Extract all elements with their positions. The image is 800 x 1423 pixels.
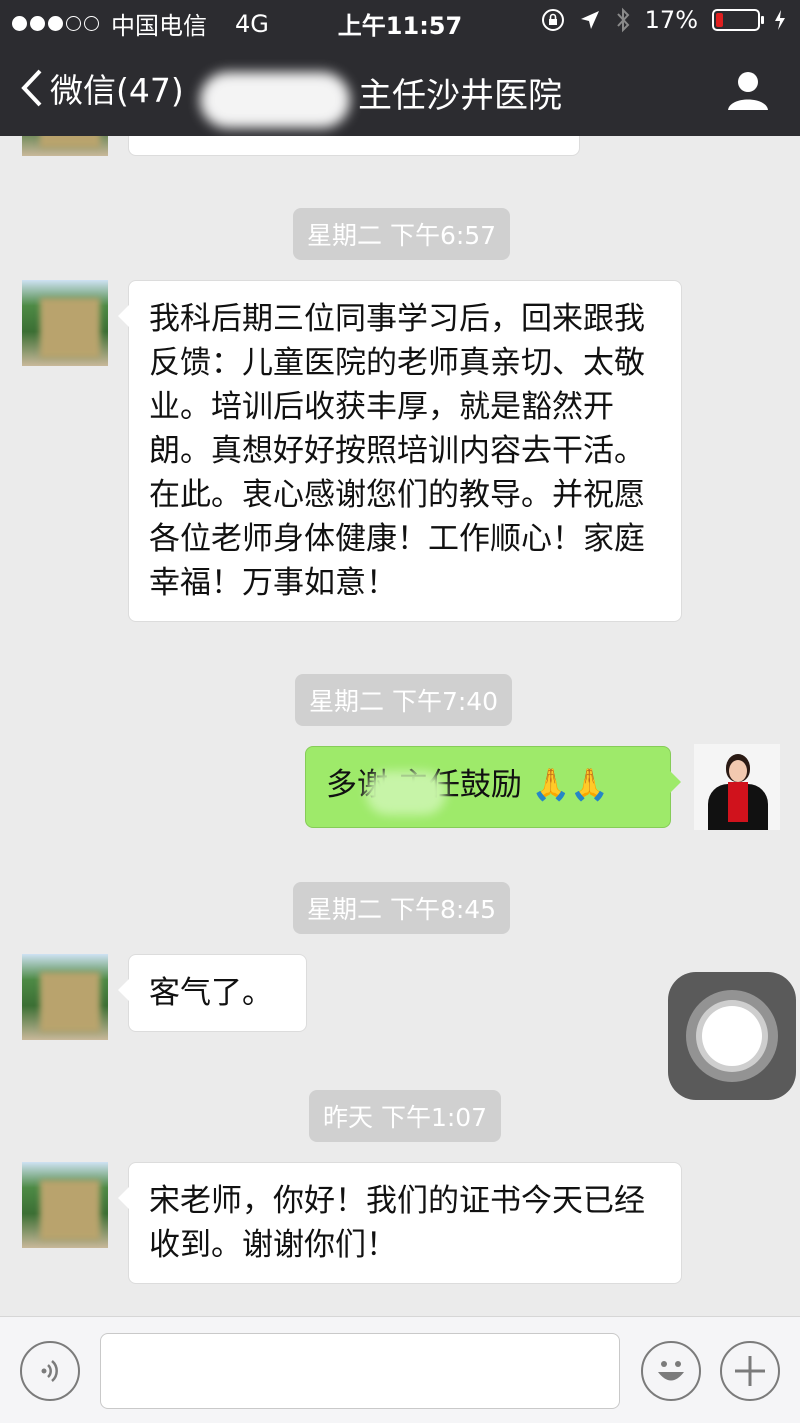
contact-avatar[interactable]	[22, 280, 108, 366]
chat-area[interactable]: 星期二 下午6:57 我科后期三位同事学习后，回来跟我反馈：儿童医院的老师真亲切…	[0, 136, 800, 1316]
time-stamp: 星期二 下午6:57	[293, 208, 511, 260]
input-bar	[0, 1316, 800, 1423]
person-icon	[728, 72, 768, 110]
outgoing-message[interactable]: 多谢 主任鼓励 🙏🙏	[305, 746, 681, 828]
voice-button[interactable]	[20, 1341, 80, 1401]
battery-fill	[716, 13, 723, 27]
emoji-button[interactable]	[641, 1341, 701, 1401]
charging-icon	[775, 10, 785, 30]
avatar-blur	[40, 298, 100, 358]
chat-title: 主任沙井医院	[358, 76, 562, 116]
avatar-blur	[40, 972, 100, 1032]
status-right: 17%	[541, 6, 786, 34]
top-bar: 中国电信 4G 上午11:57 17% 微信(47) 主任沙井医院	[0, 0, 800, 136]
incoming-message[interactable]: 客气了。	[118, 954, 307, 1032]
rotation-lock-icon	[541, 9, 564, 31]
time-stamp: 星期二 下午8:45	[293, 882, 511, 934]
profile-button[interactable]	[726, 68, 770, 116]
voice-icon	[41, 1360, 58, 1382]
incoming-message[interactable]: 宋老师，你好！我们的证书今天已经收到。谢谢你们！	[118, 1162, 682, 1284]
praying-hands-icon: 🙏🙏	[531, 767, 609, 803]
avatar-scarf	[728, 782, 748, 822]
avatar-blur	[40, 136, 100, 148]
incoming-message[interactable]: 我科后期三位同事学习后，回来跟我反馈：儿童医院的老师真亲切、太敬业。培训后收获丰…	[118, 280, 682, 622]
battery-percent: 17%	[644, 6, 698, 34]
nav-bar: 微信(47) 主任沙井医院	[0, 44, 800, 136]
redacted-name	[366, 771, 446, 815]
avatar-face	[729, 760, 747, 782]
message-input[interactable]	[100, 1333, 620, 1409]
location-icon	[580, 11, 599, 29]
assistive-touch-button[interactable]	[668, 972, 796, 1100]
contact-avatar[interactable]	[22, 954, 108, 1040]
contact-avatar[interactable]	[22, 136, 108, 156]
time-stamp: 星期二 下午7:40	[295, 674, 513, 726]
my-avatar[interactable]	[694, 744, 780, 830]
status-bar: 中国电信 4G 上午11:57 17%	[0, 0, 800, 44]
assistive-touch-center	[702, 1006, 762, 1066]
emoji-icon	[658, 1361, 684, 1381]
add-button[interactable]	[720, 1341, 780, 1401]
avatar-blur	[40, 1180, 100, 1240]
message-bubble-partial[interactable]	[128, 136, 580, 156]
bluetooth-icon	[616, 7, 630, 33]
plus-icon	[735, 1356, 765, 1386]
time-stamp: 昨天 下午1:07	[309, 1090, 502, 1142]
battery-icon	[712, 9, 764, 31]
contact-avatar[interactable]	[22, 1162, 108, 1248]
